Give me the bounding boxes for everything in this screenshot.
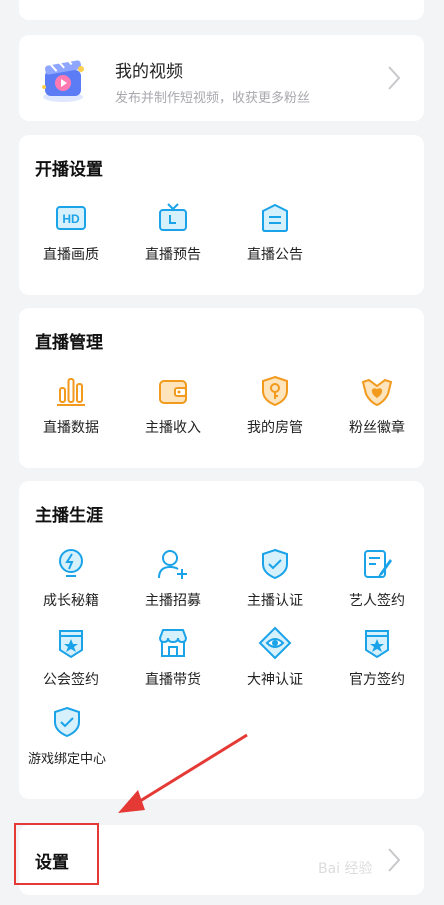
grid-item-label: 游戏绑定中心 <box>27 752 106 767</box>
add-user-icon <box>158 550 187 579</box>
grid-item-stream-announcement[interactable]: 直播公告 <box>223 201 327 264</box>
grid-item-streamer-income[interactable]: 主播收入 <box>121 374 225 437</box>
announcement-icon <box>262 203 288 232</box>
section-title: 开播设置 <box>35 160 103 180</box>
top-card-partial <box>19 0 424 20</box>
sign-document-icon <box>364 550 392 578</box>
grid-item-growth-tips[interactable]: 成长秘籍 <box>19 547 123 610</box>
guild-badge-icon <box>59 630 83 659</box>
grid-item-game-binding[interactable]: 游戏绑定中心 <box>15 705 119 767</box>
grid-item-my-moderators[interactable]: 我的房管 <box>223 374 327 437</box>
shop-icon <box>158 629 188 657</box>
grid-item-label: 大神认证 <box>247 672 303 688</box>
heart-badge-icon <box>361 378 393 407</box>
svg-text:HD: HD <box>62 212 80 226</box>
grid-item-official-signing[interactable]: 官方签约 <box>325 626 429 689</box>
grid-item-label: 直播预告 <box>145 247 201 263</box>
game-shield-icon <box>54 706 80 738</box>
grid-item-label: 艺人签约 <box>349 593 405 609</box>
grid-item-label: 我的房管 <box>247 420 303 436</box>
my-videos-title: 我的视频 <box>115 62 183 82</box>
grid-item-artist-signing[interactable]: 艺人签约 <box>325 547 429 610</box>
grid-item-stream-quality[interactable]: HD 直播画质 <box>19 201 123 264</box>
shield-key-icon <box>262 375 288 407</box>
my-videos-subtitle: 发布并制作短视频，收获更多粉丝 <box>115 91 311 106</box>
section-title: 直播管理 <box>35 333 103 353</box>
grid-item-label: 直播画质 <box>43 247 99 263</box>
broadcast-settings-card: 开播设置 HD 直播画质 直播预告 直播公告 <box>19 135 424 295</box>
grid-item-label: 公会签约 <box>43 672 99 688</box>
bar-chart-icon <box>57 378 85 406</box>
grid-item-label: 直播公告 <box>247 247 303 263</box>
grid-item-fan-badge[interactable]: 粉丝徽章 <box>325 374 429 437</box>
section-title: 主播生涯 <box>35 506 103 526</box>
grid-item-label: 成长秘籍 <box>43 593 99 609</box>
grid-item-label: 主播招募 <box>145 593 201 609</box>
grid-item-streamer-verify[interactable]: 主播认证 <box>223 547 327 610</box>
diamond-eye-icon <box>258 626 292 660</box>
grid-item-stream-preview[interactable]: 直播预告 <box>121 201 225 264</box>
grid-item-master-verify[interactable]: 大神认证 <box>223 626 327 689</box>
grid-item-label: 直播数据 <box>43 420 99 436</box>
tv-icon <box>159 203 187 231</box>
my-videos-card[interactable]: 我的视频 发布并制作短视频，收获更多粉丝 <box>19 35 424 121</box>
chevron-right-icon <box>388 66 401 90</box>
grid-item-live-commerce[interactable]: 直播带货 <box>121 626 225 689</box>
grid-item-streamer-recruit[interactable]: 主播招募 <box>121 547 225 610</box>
shield-check-icon <box>262 548 288 580</box>
wallet-icon <box>159 380 187 404</box>
official-badge-icon <box>365 630 389 659</box>
grid-item-label: 主播认证 <box>247 593 303 609</box>
grid-item-label: 直播带货 <box>145 672 201 688</box>
streamer-career-card: 主播生涯 成长秘籍 主播招募 主播认证 艺人签约 公会签约 直播带货 大神认证 … <box>19 481 424 799</box>
grid-item-live-data[interactable]: 直播数据 <box>19 374 123 437</box>
grid-item-label: 粉丝徽章 <box>349 420 405 436</box>
video-clapper-icon <box>42 56 84 102</box>
grid-item-guild-signing[interactable]: 公会签约 <box>19 626 123 689</box>
settings-highlight-box <box>14 823 99 885</box>
lightbulb-icon <box>59 549 83 577</box>
grid-item-label: 官方签约 <box>349 672 405 688</box>
hd-icon: HD <box>56 206 86 230</box>
grid-item-label: 主播收入 <box>145 420 201 436</box>
live-management-card: 直播管理 直播数据 主播收入 我的房管 粉丝徽章 <box>19 308 424 468</box>
watermark-logo: Bai 经验 <box>318 861 373 877</box>
